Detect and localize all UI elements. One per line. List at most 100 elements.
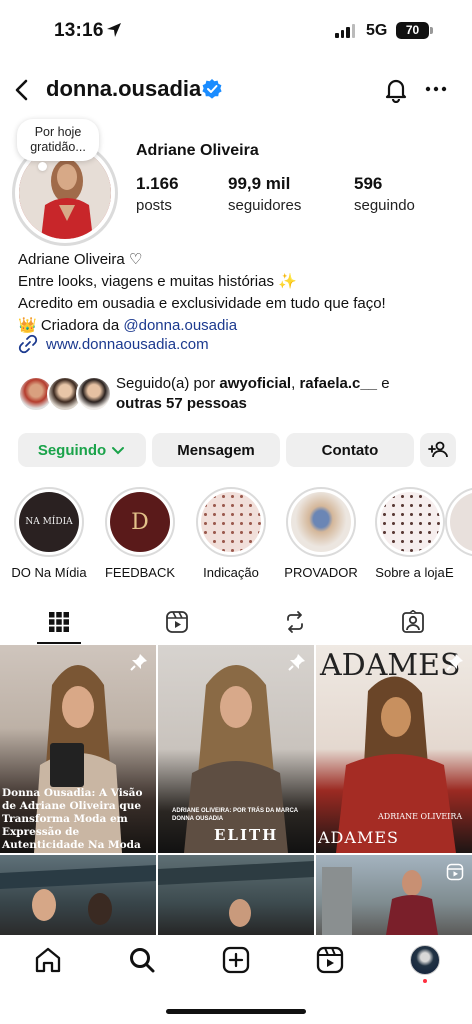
verified-badge-icon — [202, 79, 222, 99]
highlight-cover — [450, 492, 472, 552]
tagged-person-icon — [402, 610, 424, 633]
post-tile[interactable]: ADAMES ADRIANE OLIVEIRA ADAMES — [316, 645, 472, 853]
note-bubble-tail — [38, 162, 47, 171]
followed-by-text: Seguido(a) por awyoficial, rafaela.c__ e… — [116, 374, 390, 414]
reels-nav-icon[interactable] — [315, 945, 345, 975]
home-icon[interactable] — [33, 945, 63, 975]
post-caption: Donna Ousadia: A Visão de Adriane Olivei… — [2, 787, 143, 853]
grid-icon — [49, 612, 69, 632]
profile-actions: Seguindo Mensagem Contato — [18, 433, 456, 467]
highlight-ring: NA MÍDIA — [14, 487, 84, 557]
highlight-ring — [445, 487, 472, 557]
bio-mention-link[interactable]: @donna.ousadia — [123, 317, 237, 334]
highlight-ring — [375, 487, 445, 557]
suggest-people-button[interactable] — [420, 433, 456, 467]
following-label: Seguindo — [37, 441, 107, 459]
message-button[interactable]: Mensagem — [152, 433, 280, 467]
highlight-cover — [380, 492, 440, 552]
post-tile[interactable] — [158, 855, 314, 935]
highlight-item[interactable]: PROVADOR — [276, 487, 366, 580]
stat-followers[interactable]: 99,9 mil seguidores — [228, 174, 301, 214]
highlight-ring — [286, 487, 356, 557]
post-caption: ADRIANE OLIVEIRA — [378, 812, 463, 821]
followed-prefix: Seguido(a) por — [116, 375, 220, 392]
highlight-label: Sobre a loja — [375, 565, 445, 580]
highlight-ring — [196, 487, 266, 557]
profile-nav-avatar[interactable] — [410, 945, 440, 975]
followed-avatars — [18, 376, 112, 412]
battery-icon: 70 — [396, 22, 429, 39]
highlight-item[interactable]: D FEEDBACK — [95, 487, 185, 580]
reels-icon — [166, 611, 188, 633]
stat-following[interactable]: 596 seguindo — [354, 174, 415, 214]
highlight-item[interactable]: NA MÍDIA DO Na Mídia — [4, 487, 94, 580]
profile-bio: Adriane Oliveira ♡ Entre looks, viagens … — [18, 249, 458, 337]
signal-icon — [335, 24, 355, 38]
status-bar: 13:16 5G 70 — [0, 0, 472, 62]
highlight-cover — [291, 492, 351, 552]
bio-line: Entre looks, viagens e muitas histórias … — [18, 273, 297, 290]
highlight-item[interactable]: Indicação — [186, 487, 276, 580]
highlight-ring: D — [105, 487, 175, 557]
highlight-item[interactable]: Sobre a loja — [365, 487, 455, 580]
create-post-icon[interactable] — [221, 945, 251, 975]
followed-by[interactable]: Seguido(a) por awyoficial, rafaela.c__ e… — [18, 374, 390, 414]
battery-cap — [430, 27, 433, 34]
display-name: Adriane Oliveira — [136, 142, 259, 159]
post-tile[interactable] — [316, 855, 472, 935]
tab-reels[interactable] — [118, 600, 236, 644]
avatar — [76, 376, 112, 412]
pin-icon — [130, 654, 147, 671]
post-tile[interactable]: Donna Ousadia: A Visão de Adriane Olivei… — [0, 645, 156, 853]
notifications-bell-icon[interactable] — [383, 77, 409, 103]
reel-badge-icon — [446, 863, 464, 881]
notification-dot — [423, 979, 427, 983]
contact-button[interactable]: Contato — [286, 433, 414, 467]
website-link-text: www.donnaousadia.com — [46, 335, 209, 353]
highlight-cover: NA MÍDIA — [19, 492, 79, 552]
tab-posts-grid[interactable] — [0, 600, 118, 644]
followed-user[interactable]: rafaela.c__ — [299, 375, 377, 392]
back-icon[interactable] — [12, 78, 34, 102]
story-highlights: NA MÍDIA DO Na Mídia D FEEDBACK Indicaçã… — [0, 487, 472, 583]
search-icon[interactable] — [127, 945, 157, 975]
highlight-label: Indicação — [203, 565, 259, 580]
highlight-label: DO Na Mídia — [11, 565, 87, 580]
followed-conj: e — [377, 375, 390, 392]
profile-note-bubble[interactable]: Por hoje gratidão... — [17, 119, 99, 161]
tab-reposts[interactable] — [236, 600, 354, 644]
tab-tagged[interactable] — [354, 600, 472, 644]
followed-others[interactable]: outras 57 pessoas — [116, 395, 247, 412]
pin-icon — [288, 654, 305, 671]
highlight-cover: D — [110, 492, 170, 552]
posts-grid: Donna Ousadia: A Visão de Adriane Olivei… — [0, 645, 472, 935]
highlight-label: PROVADOR — [284, 565, 358, 580]
bio-prefix: 👑 Criadora da — [18, 317, 124, 334]
website-link[interactable]: www.donnaousadia.com — [18, 334, 209, 354]
stat-label: seguindo — [354, 197, 415, 214]
bio-line: Adriane Oliveira ♡ — [18, 251, 143, 268]
more-options-icon[interactable] — [425, 78, 447, 100]
bio-line: Acredito em ousadia e exclusividade em t… — [18, 295, 386, 312]
highlight-item[interactable]: E — [445, 487, 472, 580]
post-brand: ADAMES — [318, 828, 399, 847]
home-indicator — [166, 1009, 306, 1014]
followed-user[interactable]: awyoficial — [219, 375, 291, 392]
highlight-cover — [201, 492, 261, 552]
post-tile[interactable]: ADRIANE OLIVEIRA: POR TRÁS DA MARCA DONN… — [158, 645, 314, 853]
status-time: 13:16 — [54, 20, 104, 41]
location-arrow-icon — [107, 23, 121, 37]
highlight-label: E — [445, 565, 454, 580]
profile-username: donna.ousadia — [46, 76, 202, 101]
pin-icon — [446, 654, 463, 671]
following-button[interactable]: Seguindo — [18, 433, 146, 467]
chevron-down-icon — [112, 447, 125, 455]
stat-value: 596 — [354, 174, 383, 193]
profile-tabs — [0, 600, 472, 644]
active-tab-indicator — [37, 642, 81, 644]
post-image — [0, 865, 156, 925]
post-tile[interactable] — [0, 855, 156, 935]
stat-posts[interactable]: 1.166 posts — [136, 174, 179, 214]
post-brand: ELITH — [214, 826, 279, 844]
post-image — [158, 861, 314, 927]
